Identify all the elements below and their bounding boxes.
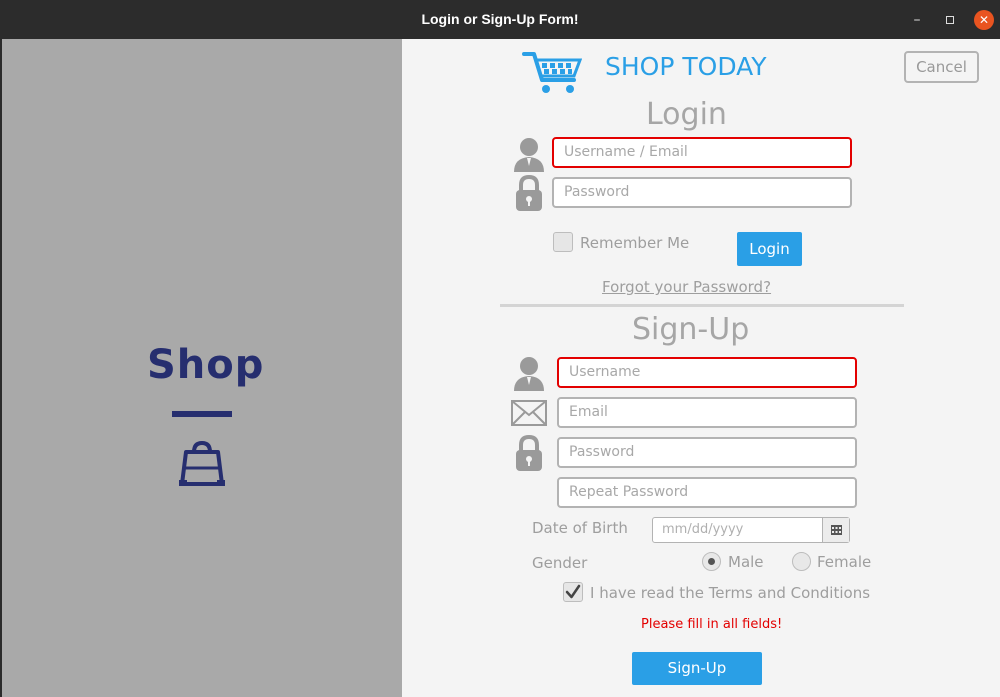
- login-password-input[interactable]: Password: [552, 177, 852, 208]
- window-title: Login or Sign-Up Form!: [421, 11, 579, 27]
- remember-me-checkbox[interactable]: [553, 232, 573, 252]
- terms-label: I have read the Terms and Conditions: [590, 584, 871, 602]
- shopping-cart-icon: [522, 52, 582, 93]
- signup-password-input[interactable]: Password: [557, 437, 857, 468]
- minimize-button[interactable]: –: [907, 10, 927, 30]
- signup-email-input[interactable]: Email: [557, 397, 857, 428]
- envelope-icon: [511, 400, 547, 426]
- login-username-input[interactable]: Username / Email: [552, 137, 852, 168]
- date-of-birth-input[interactable]: mm/dd/yyyy: [662, 522, 743, 537]
- lock-icon: [516, 175, 542, 211]
- signup-username-input[interactable]: Username: [557, 357, 857, 388]
- shopping-bag-icon: [179, 440, 225, 486]
- date-of-birth-picker[interactable]: mm/dd/yyyy: [652, 517, 850, 543]
- login-button[interactable]: Login: [737, 232, 802, 266]
- cancel-button[interactable]: Cancel: [904, 51, 979, 83]
- gender-female-label: Female: [817, 553, 872, 571]
- close-window-button[interactable]: ✕: [974, 10, 994, 30]
- terms-checkbox[interactable]: [563, 582, 583, 602]
- date-of-birth-label: Date of Birth: [532, 519, 628, 537]
- login-heading: Login: [646, 97, 727, 132]
- signup-button[interactable]: Sign-Up: [632, 652, 762, 685]
- shop-logo-text: Shop: [147, 342, 265, 388]
- lock-icon: [516, 435, 542, 471]
- maximize-button[interactable]: [940, 10, 960, 30]
- user-icon: [514, 357, 544, 391]
- window-titlebar: Login or Sign-Up Form! – ✕: [0, 0, 1000, 39]
- calendar-icon: [831, 525, 842, 535]
- checkmark-icon: [565, 584, 581, 599]
- calendar-button[interactable]: [822, 518, 849, 542]
- gender-male-radio[interactable]: [702, 552, 721, 571]
- remember-me-label: Remember Me: [580, 234, 690, 252]
- section-divider: [500, 304, 904, 307]
- gender-male-label: Male: [728, 553, 764, 571]
- radio-selected-dot: [708, 558, 715, 565]
- signup-repeat-password-input[interactable]: Repeat Password: [557, 477, 857, 508]
- gender-label: Gender: [532, 554, 588, 572]
- forgot-password-link[interactable]: Forgot your Password?: [602, 278, 771, 296]
- signup-heading: Sign-Up: [632, 312, 750, 347]
- user-icon: [514, 138, 544, 172]
- brand-title: SHOP TODAY: [605, 52, 767, 81]
- shop-logo-divider: [172, 411, 232, 417]
- gender-female-radio[interactable]: [792, 552, 811, 571]
- validation-error-message: Please fill in all fields!: [641, 617, 783, 632]
- maximize-icon: [946, 16, 954, 24]
